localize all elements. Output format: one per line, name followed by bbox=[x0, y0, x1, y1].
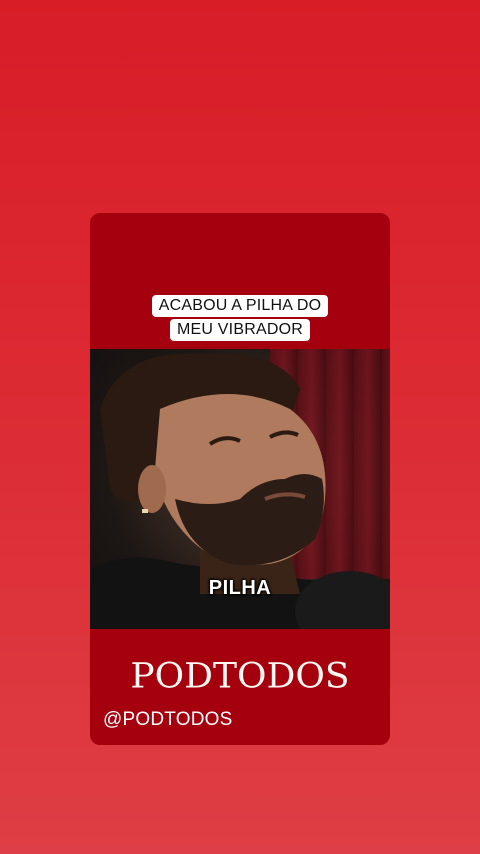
caption-line-1: ACABOU A PILHA DO bbox=[151, 295, 329, 317]
brand-logo: PODTODOS bbox=[130, 657, 350, 696]
video-subtitle: PILHA bbox=[208, 577, 272, 599]
caption-box: ACABOU A PILHA DO MEU VIBRADOR bbox=[90, 295, 390, 341]
account-handle[interactable]: @PODTODOS bbox=[103, 709, 232, 731]
video-frame[interactable]: PILHA bbox=[90, 349, 390, 629]
caption-line-2: MEU VIBRADOR bbox=[170, 319, 310, 341]
story-card[interactable]: ACABOU A PILHA DO MEU VIBRADOR PILHA POD… bbox=[90, 213, 390, 745]
